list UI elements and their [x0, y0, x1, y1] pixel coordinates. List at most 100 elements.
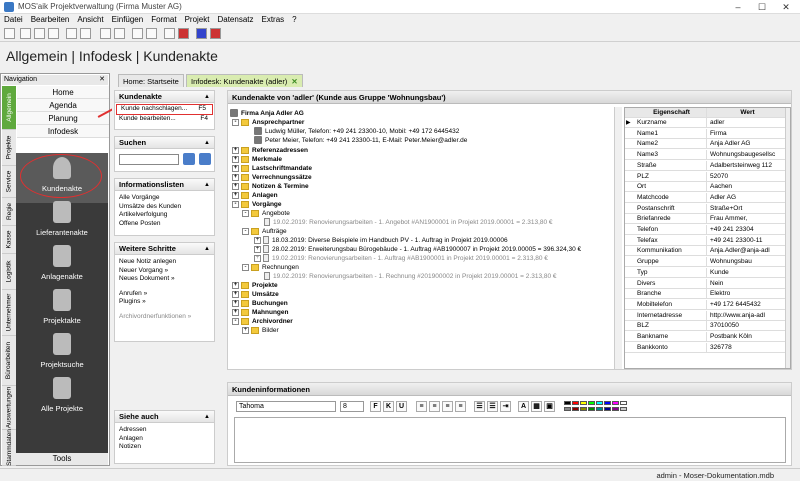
property-row[interactable]: Gruppe Wohnungsbau: [625, 257, 785, 268]
expand-icon[interactable]: +: [232, 164, 239, 172]
property-row[interactable]: Mobiltelefon +49 172 6445432: [625, 299, 785, 310]
menu-format[interactable]: Format: [147, 14, 180, 26]
close-icon[interactable]: ✕: [99, 75, 105, 85]
tree-node[interactable]: + Verrechnungssätze: [232, 173, 312, 182]
action-link[interactable]: Neues Dokument »: [115, 275, 214, 284]
indent-icon[interactable]: ⇥: [500, 401, 511, 412]
color-swatch[interactable]: [572, 407, 579, 411]
tree-node[interactable]: + Anlagen: [232, 191, 278, 200]
property-row[interactable]: Internetadresse http://www.anja-adl: [625, 310, 785, 321]
redo-icon[interactable]: [80, 28, 91, 39]
vtab-logistik[interactable]: Logistik: [2, 254, 16, 290]
nav-alle-projekte[interactable]: Alle Projekte: [16, 373, 108, 423]
property-row[interactable]: Branche Elektro: [625, 289, 785, 300]
property-row[interactable]: Telefax +49 241 23300-11: [625, 235, 785, 246]
property-row[interactable]: Bankname Postbank Köln: [625, 332, 785, 342]
tree-document[interactable]: +28.02.2019: Erweiterungsbau Bürogebäude…: [254, 245, 581, 254]
tree-document[interactable]: 19.02.2019: Renovierungsarbeiten - 1. Re…: [264, 272, 557, 281]
color-swatch[interactable]: [596, 407, 603, 411]
collapse-icon[interactable]: ▲: [204, 411, 210, 423]
expand-icon[interactable]: +: [242, 326, 249, 334]
menu-projekt[interactable]: Projekt: [181, 14, 214, 26]
nav-item-planung[interactable]: Planung: [17, 112, 109, 125]
collapse-icon[interactable]: -: [232, 317, 239, 325]
color-swatch[interactable]: [580, 407, 587, 411]
color-swatch[interactable]: [564, 407, 571, 411]
nav-anlagenakte[interactable]: Anlagenakte: [16, 241, 108, 291]
collapse-icon[interactable]: ▲: [204, 179, 210, 191]
table-icon[interactable]: ▦: [531, 401, 542, 412]
expand-icon[interactable]: +: [232, 299, 239, 307]
nav-projektsuche[interactable]: Projektsuche: [16, 329, 108, 379]
list-link[interactable]: Alle Vorgänge: [115, 194, 214, 203]
tree-node[interactable]: + Bilder: [242, 326, 279, 335]
tree-node[interactable]: - Vorgänge: [232, 200, 282, 209]
property-row[interactable]: Name3 Wohnungsbaugesellsc: [625, 150, 785, 161]
related-link[interactable]: Notizen: [115, 443, 214, 452]
mail-icon[interactable]: [48, 28, 59, 39]
vtab-allgemein[interactable]: Allgemein: [2, 86, 16, 130]
list-link[interactable]: Artikelverfolgung: [115, 211, 214, 220]
color-swatch[interactable]: [612, 401, 619, 405]
property-row[interactable]: PLZ 52070: [625, 171, 785, 182]
bold-button[interactable]: F: [370, 401, 381, 412]
action-link[interactable]: Plugins »: [115, 298, 214, 307]
align-right-icon[interactable]: ≡: [442, 401, 453, 412]
search-input[interactable]: [119, 154, 179, 165]
nav-projektakte[interactable]: Projektakte: [16, 285, 108, 335]
property-row[interactable]: Straße Adalbertsteinweg 112: [625, 160, 785, 171]
expand-icon[interactable]: +: [232, 173, 239, 181]
tree-node[interactable]: + Umsätze: [232, 290, 279, 299]
expand-icon[interactable]: +: [232, 155, 239, 163]
vtab-kasse[interactable]: Kasse: [2, 226, 16, 254]
tree-node[interactable]: - Angebote: [242, 209, 290, 218]
tree-node[interactable]: + Merkmale: [232, 155, 282, 164]
font-select[interactable]: Tahoma: [236, 401, 336, 412]
size-select[interactable]: 8: [340, 401, 364, 412]
menu-ansicht[interactable]: Ansicht: [73, 14, 107, 26]
tree-root[interactable]: Firma Anja Adler AG: [230, 109, 304, 118]
tree-node[interactable]: + Buchungen: [232, 299, 288, 308]
color-icon[interactable]: A: [518, 401, 529, 412]
close-tab-icon[interactable]: ✕: [291, 77, 297, 86]
tree-node[interactable]: + Lastschriftmandate: [232, 164, 312, 173]
collapse-icon[interactable]: ▲: [204, 137, 210, 149]
copy-icon[interactable]: [132, 28, 143, 39]
collapse-icon[interactable]: ▲: [204, 243, 210, 255]
property-row[interactable]: Telefon +49 241 23304: [625, 225, 785, 235]
red-user2-icon[interactable]: [210, 28, 221, 39]
tree-node[interactable]: + Mahnungen: [232, 308, 288, 317]
property-scrollbar[interactable]: [785, 108, 790, 368]
collapse-icon[interactable]: -: [242, 227, 249, 235]
vtab-bueroarbeiten[interactable]: Büroarbeiten: [2, 336, 16, 386]
property-row[interactable]: Briefanrede Frau Ammer,: [625, 214, 785, 225]
menu-extras[interactable]: Extras: [258, 14, 289, 26]
collapse-icon[interactable]: -: [232, 118, 239, 126]
nav-lieferantenakte[interactable]: Lieferantenakte: [16, 197, 108, 247]
preview-icon[interactable]: [34, 28, 45, 39]
align-center-icon[interactable]: ≡: [429, 401, 440, 412]
nav-tools[interactable]: Tools: [16, 453, 108, 465]
color-swatch[interactable]: [588, 401, 595, 405]
property-row[interactable]: Typ Kunde: [625, 267, 785, 278]
maximize-button[interactable]: ☐: [752, 1, 772, 13]
related-link[interactable]: Adressen: [115, 426, 214, 435]
property-row[interactable]: Name1 Firma: [625, 128, 785, 139]
expand-icon[interactable]: +: [232, 281, 239, 289]
undo-icon[interactable]: [66, 28, 77, 39]
related-link[interactable]: Anlagen: [115, 435, 214, 444]
paste-icon[interactable]: [146, 28, 157, 39]
color-swatch[interactable]: [564, 401, 571, 405]
color-swatch[interactable]: [588, 407, 595, 411]
property-row[interactable]: Matchcode Adler AG: [625, 192, 785, 203]
menu-help[interactable]: ?: [288, 14, 300, 26]
color-swatch[interactable]: [596, 401, 603, 405]
up-icon[interactable]: [100, 28, 111, 39]
justify-icon[interactable]: ≡: [455, 401, 466, 412]
image-icon[interactable]: ▣: [544, 401, 555, 412]
expand-icon[interactable]: +: [232, 146, 239, 154]
menu-datensatz[interactable]: Datensatz: [213, 14, 257, 26]
tree-contact[interactable]: Ludwig Müller, Telefon: +49 241 23300-10…: [254, 127, 459, 136]
property-row[interactable]: Name2 Anja Adler AG: [625, 139, 785, 150]
print-icon[interactable]: [20, 28, 31, 39]
